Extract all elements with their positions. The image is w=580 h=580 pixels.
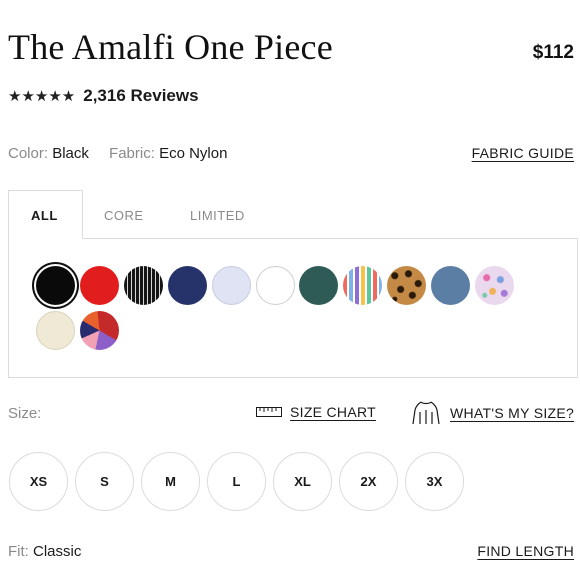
swatch-rainbow-stripe[interactable] — [343, 266, 382, 305]
tab-core[interactable]: CORE — [104, 208, 144, 223]
size-option-l[interactable]: L — [207, 452, 266, 511]
swatch-panel — [8, 238, 578, 378]
tab-limited[interactable]: LIMITED — [190, 208, 245, 223]
swatch-floral-pastel[interactable] — [475, 266, 514, 305]
swatch-dark-teal[interactable] — [299, 266, 338, 305]
fit-row: Fit: Classic — [8, 543, 97, 560]
swatch-leopard[interactable] — [387, 266, 426, 305]
fabric-guide-link[interactable]: FABRIC GUIDE — [472, 145, 574, 161]
size-option-xs[interactable]: XS — [9, 452, 68, 511]
review-count[interactable]: 2,316 Reviews — [83, 86, 198, 106]
size-option-xl[interactable]: XL — [273, 452, 332, 511]
size-option-s[interactable]: S — [75, 452, 134, 511]
find-length-link[interactable]: FIND LENGTH — [477, 543, 574, 559]
fit-label: Fit: — [8, 543, 29, 560]
swatch-abstract-print[interactable] — [80, 311, 119, 350]
swatch-black-pinstripe[interactable] — [124, 266, 163, 305]
tab-all[interactable]: ALL — [31, 208, 58, 223]
size-option-m[interactable]: M — [141, 452, 200, 511]
attribute-row: Color: Black Fabric: Eco Nylon — [8, 145, 243, 162]
fit-value: Classic — [33, 543, 82, 560]
swatch-red[interactable] — [80, 266, 119, 305]
body-measure-icon — [412, 401, 440, 425]
product-title: The Amalfi One Piece — [8, 27, 333, 67]
size-option-2x[interactable]: 2X — [339, 452, 398, 511]
whats-my-size-label: WHAT'S MY SIZE? — [450, 405, 575, 421]
color-label: Color: — [8, 145, 49, 162]
rating-row[interactable]: ★★★★★ 2,316 Reviews — [8, 86, 199, 106]
swatch-black[interactable] — [36, 266, 75, 305]
swatch-slate-blue[interactable] — [431, 266, 470, 305]
swatch-light-lavender[interactable] — [212, 266, 251, 305]
size-chart-label: SIZE CHART — [290, 404, 376, 420]
whats-my-size-link[interactable]: WHAT'S MY SIZE? — [410, 400, 574, 426]
color-value: Black — [52, 145, 89, 162]
tabs-divider — [82, 238, 578, 239]
product-price: $112 — [532, 42, 574, 63]
fabric-value: Eco Nylon — [159, 145, 228, 162]
swatch-navy[interactable] — [168, 266, 207, 305]
swatch-cream-textured[interactable] — [36, 311, 75, 350]
fabric-label: Fabric: — [109, 145, 155, 162]
swatch-white[interactable] — [256, 266, 295, 305]
size-chart-link[interactable]: SIZE CHART — [256, 404, 376, 420]
size-option-3x[interactable]: 3X — [405, 452, 464, 511]
ruler-icon — [256, 407, 282, 417]
star-rating-icon: ★★★★★ — [8, 88, 76, 105]
size-label: Size: — [8, 405, 42, 422]
